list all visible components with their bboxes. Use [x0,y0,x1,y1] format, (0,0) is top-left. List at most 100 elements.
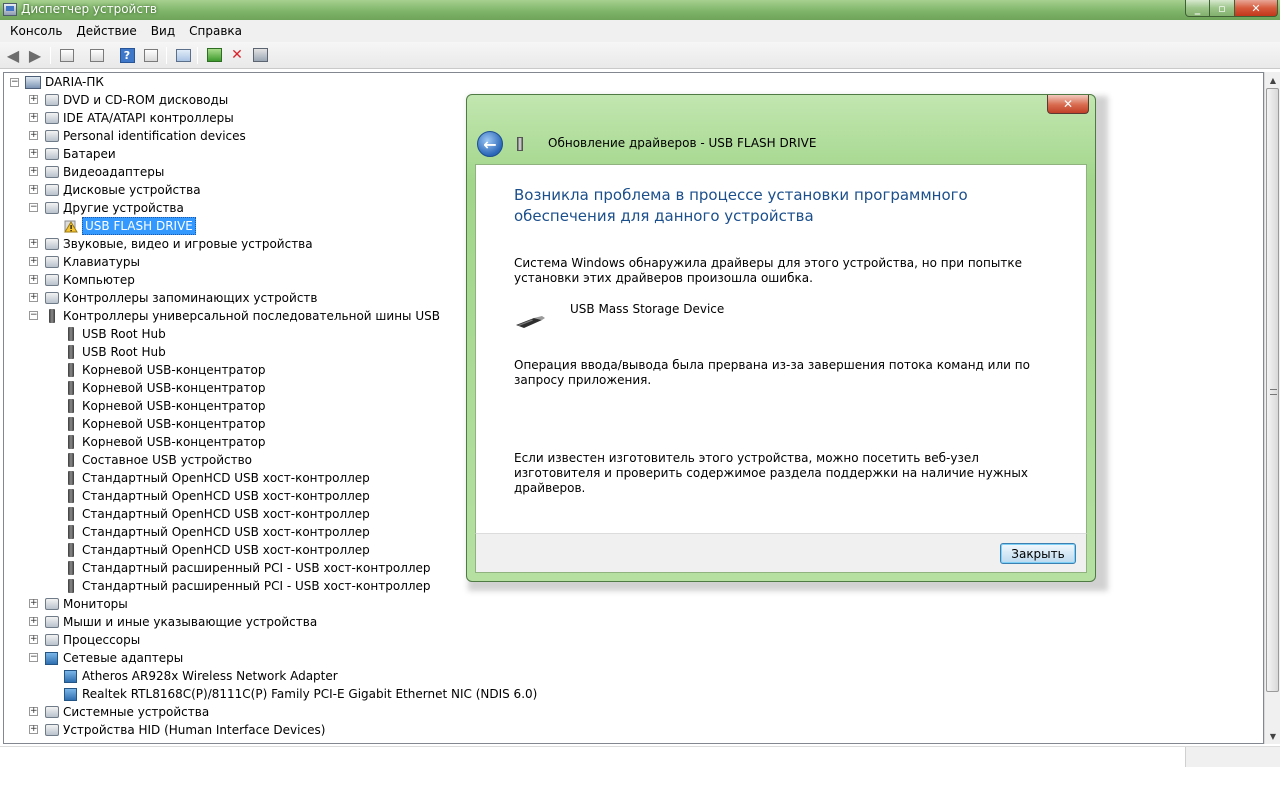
tree-item[interactable]: − Контроллеры универсальной последователь… [29,307,440,325]
usb-device-icon [68,453,74,467]
tree-item[interactable]: + Батареи [29,145,116,163]
warning-device-icon [64,219,78,233]
menu-console[interactable]: Консоль [3,24,69,38]
tree-item[interactable]: + Дисковые устройства [29,181,201,199]
collapse-expander[interactable]: − [29,311,38,320]
minimize-button[interactable]: _ [1185,0,1210,17]
tree-item[interactable]: Realtek RTL8168C(P)/8111C(P) Family PCI-… [63,685,537,703]
tree-item-label: Стандартный расширенный PCI - USB хост-к… [82,561,431,575]
tree-item[interactable]: Стандартный OpenHCD USB хост-контроллер [63,487,370,505]
tree-item[interactable]: − Сетевые адаптеры [29,649,183,667]
usb-device-icon [68,543,74,557]
tree-item[interactable]: Стандартный OpenHCD USB хост-контроллер [63,505,370,523]
expand-expander[interactable]: + [29,275,38,284]
expand-expander[interactable]: + [29,149,38,158]
expand-expander[interactable]: + [29,167,38,176]
tree-item[interactable]: + Контроллеры запоминающих устройств [29,289,318,307]
menu-help[interactable]: Справка [182,24,249,38]
network-adapter-icon [45,651,58,665]
tree-item[interactable]: USB FLASH DRIVE [63,217,196,235]
tree-item[interactable]: Стандартный OpenHCD USB хост-контроллер [63,523,370,541]
back-arrow-icon[interactable]: ← [477,131,503,157]
tree-item-label: USB Root Hub [82,345,166,359]
tree-item-label: Клавиатуры [63,255,140,269]
toolbar-separator [197,47,198,64]
menu-view[interactable]: Вид [144,24,182,38]
console-tree-icon[interactable] [58,47,76,63]
tree-item[interactable]: Корневой USB-концентратор [63,433,265,451]
close-button[interactable]: Закрыть [1000,543,1076,564]
tree-item[interactable]: + Компьютер [29,271,135,289]
maximize-button[interactable]: ▫ [1210,0,1235,17]
help-icon[interactable]: ? [118,47,136,63]
expand-expander[interactable]: + [29,725,38,734]
collapse-expander[interactable]: − [29,653,38,662]
expand-expander[interactable]: + [29,257,38,266]
collapse-expander[interactable]: − [10,77,19,87]
dialog-footer: Закрыть [475,533,1087,573]
update-driver-icon[interactable] [205,47,223,63]
tree-item[interactable]: USB Root Hub [63,325,166,343]
tree-item[interactable]: + DVD и CD-ROM дисководы [29,91,228,109]
expand-expander[interactable]: + [29,293,38,302]
scroll-thumb[interactable] [1266,88,1279,692]
device-manager-app-icon [3,3,17,16]
tree-root[interactable]: − DARIA-ПК [10,73,104,91]
tree-item[interactable]: Составное USB устройство [63,451,252,469]
usb-device-icon [68,381,74,395]
tree-item[interactable]: + Клавиатуры [29,253,140,271]
tree-item-label: Стандартный OpenHCD USB хост-контроллер [82,543,370,557]
expand-expander[interactable]: + [29,239,38,248]
dialog-close-button[interactable]: ✕ [1047,95,1089,114]
tree-item[interactable]: + Системные устройства [29,703,209,721]
scroll-down-arrow-icon[interactable]: ▼ [1265,728,1280,744]
collapse-expander[interactable]: − [29,203,38,212]
action-pane-icon[interactable] [142,47,160,63]
expand-expander[interactable]: + [29,617,38,626]
tree-item[interactable]: Стандартный расширенный PCI - USB хост-к… [63,577,431,595]
network-adapter-icon [64,687,77,701]
scroll-up-arrow-icon[interactable]: ▲ [1265,72,1280,88]
tree-item[interactable]: Стандартный расширенный PCI - USB хост-к… [63,559,431,577]
tree-item[interactable]: Стандартный OpenHCD USB хост-контроллер [63,469,370,487]
menu-bar: Консоль Действие Вид Справка [0,20,1280,42]
tree-item[interactable]: Корневой USB-концентратор [63,361,265,379]
disable-device-icon[interactable] [251,47,269,63]
tree-item[interactable]: + Мониторы [29,595,128,613]
tree-item[interactable]: Корневой USB-концентратор [63,397,265,415]
tree-item[interactable]: + Процессоры [29,631,140,649]
device-category-icon [45,598,59,610]
tree-item[interactable]: + Видеоадаптеры [29,163,164,181]
tree-item[interactable]: Корневой USB-концентратор [63,379,265,397]
close-window-button[interactable]: ✕ [1235,0,1278,17]
tree-item[interactable]: USB Root Hub [63,343,166,361]
toolbar-separator [166,47,167,64]
tree-item[interactable]: + Звуковые, видео и игровые устройства [29,235,313,253]
tree-item[interactable]: Стандартный OpenHCD USB хост-контроллер [63,541,370,559]
tree-item[interactable]: − Другие устройства [29,199,184,217]
expand-expander[interactable]: + [29,95,38,104]
tree-item-label: Personal identification devices [63,129,246,143]
expand-expander[interactable]: + [29,113,38,122]
tree-item-label: Корневой USB-концентратор [82,363,266,377]
expand-expander[interactable]: + [29,131,38,140]
forward-arrow-icon[interactable]: ▶ [26,46,44,65]
tree-item[interactable]: Atheros AR928x Wireless Network Adapter [63,667,338,685]
tree-item-label: Контроллеры запоминающих устройств [63,291,318,305]
expand-expander[interactable]: + [29,635,38,644]
title-bar[interactable]: Диспетчер устройств _ ▫ ✕ [0,0,1280,20]
expand-expander[interactable]: + [29,185,38,194]
expand-expander[interactable]: + [29,707,38,716]
vertical-scrollbar[interactable]: ▲ ▼ [1264,72,1280,744]
menu-action[interactable]: Действие [69,24,143,38]
tree-item[interactable]: + Мыши и иные указывающие устройства [29,613,317,631]
tree-item[interactable]: + Устройства HID (Human Interface Devices… [29,721,325,739]
properties-icon[interactable] [88,47,106,63]
expand-expander[interactable]: + [29,599,38,608]
tree-item[interactable]: + Personal identification devices [29,127,246,145]
uninstall-icon[interactable]: ✕ [228,47,246,63]
tree-item[interactable]: Корневой USB-концентратор [63,415,265,433]
tree-item[interactable]: + IDE ATA/ATAPI контроллеры [29,109,234,127]
scan-hardware-icon[interactable] [174,47,192,63]
back-arrow-icon[interactable]: ◀ [4,46,22,65]
